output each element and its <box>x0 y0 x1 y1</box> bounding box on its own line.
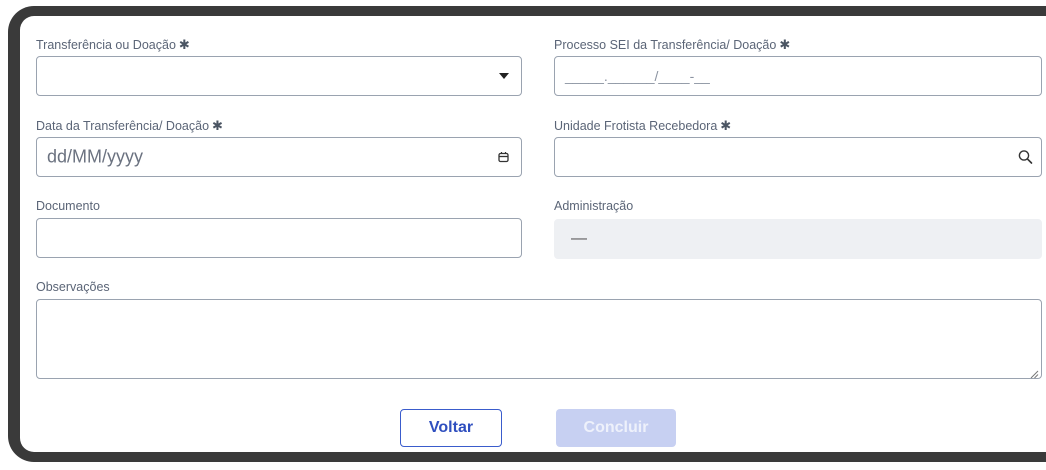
transferencia-select[interactable] <box>36 56 522 96</box>
data-input[interactable]: dd/MM/yyyy <box>36 137 522 177</box>
documento-input[interactable] <box>36 218 522 258</box>
concluir-button[interactable]: Concluir <box>556 409 676 447</box>
documento-label-text: Documento <box>36 199 100 213</box>
processo-sei-label: Processo SEI da Transferência/ Doação ✱ <box>554 37 790 53</box>
administracao-label-text: Administração <box>554 199 634 213</box>
unidade-label-text: Unidade Frotista Recebedora <box>554 119 718 133</box>
observacoes-label: Observações <box>36 280 110 294</box>
caret-down-icon <box>499 73 509 79</box>
administracao-value: — <box>571 230 587 247</box>
documento-label: Documento <box>36 199 100 213</box>
voltar-button-label: Voltar <box>428 419 474 436</box>
processo-sei-placeholder: _____.______/____-__ <box>565 68 710 84</box>
transferencia-label: Transferência ou Doação ✱ <box>36 37 190 53</box>
data-label-text: Data da Transferência/ Doação <box>36 119 210 133</box>
processo-sei-input[interactable]: _____.______/____-__ <box>554 56 1042 96</box>
data-placeholder: dd/MM/yyyy <box>47 146 144 167</box>
processo-sei-label-text: Processo SEI da Transferência/ Doação <box>554 38 777 52</box>
unidade-label: Unidade Frotista Recebedora ✱ <box>554 118 731 134</box>
observacoes-label-text: Observações <box>36 280 110 294</box>
calendar-icon[interactable] <box>498 152 509 163</box>
unidade-input[interactable] <box>554 137 1042 177</box>
required-asterisk: ✱ <box>779 37 791 52</box>
concluir-button-label: Concluir <box>583 419 649 436</box>
transfer-form-panel: Transferência ou Doação ✱ Processo SEI da… <box>20 16 1046 452</box>
administracao-field: — <box>554 219 1042 259</box>
administracao-label: Administração <box>554 199 633 213</box>
resize-grip-icon[interactable] <box>1029 366 1039 379</box>
transferencia-label-text: Transferência ou Doação <box>36 38 176 52</box>
data-label: Data da Transferência/ Doação ✱ <box>36 118 223 134</box>
required-asterisk: ✱ <box>178 37 190 52</box>
search-icon[interactable] <box>1018 150 1033 165</box>
required-asterisk: ✱ <box>212 118 223 133</box>
observacoes-textarea[interactable] <box>36 299 1042 379</box>
required-asterisk: ✱ <box>720 118 732 133</box>
voltar-button[interactable]: Voltar <box>400 409 502 447</box>
